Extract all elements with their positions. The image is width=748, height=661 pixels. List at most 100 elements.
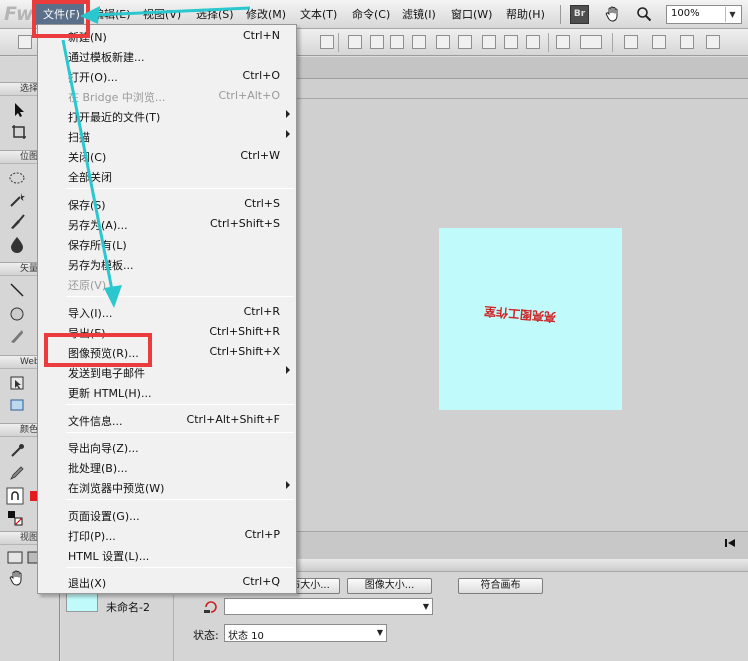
- menu-edit[interactable]: 编辑(E): [93, 6, 131, 22]
- menu-item-label: 还原(V): [68, 279, 107, 292]
- file-menu-dropdown: 新建(N) Ctrl+N 通过模板新建... 打开(O)... Ctrl+O 在 B…: [37, 24, 297, 594]
- menu-item-print[interactable]: 打印(P)... Ctrl+P: [38, 524, 296, 544]
- zoom-select[interactable]: 100% ▼: [666, 5, 742, 24]
- hand-icon[interactable]: [604, 5, 622, 23]
- menu-item-label: HTML 设置(L)...: [68, 550, 150, 563]
- menu-window[interactable]: 窗口(W): [451, 6, 492, 22]
- properties-divider: [173, 595, 174, 661]
- pencil-icon[interactable]: [8, 464, 26, 482]
- menu-item-browse-in-bridge[interactable]: 在 Bridge 中浏览... Ctrl+Alt+O: [38, 85, 296, 105]
- menu-separator: [66, 188, 294, 189]
- distribute-icon[interactable]: [652, 35, 666, 49]
- menu-view[interactable]: 视图(V): [143, 6, 181, 22]
- menu-item-batch-process[interactable]: 批处理(B)...: [38, 456, 296, 476]
- screen-mode-icon[interactable]: [6, 549, 24, 567]
- menu-item-label: 更新 HTML(H)...: [68, 387, 152, 400]
- group-icon[interactable]: [320, 35, 334, 49]
- menu-help[interactable]: 帮助(H): [506, 6, 545, 22]
- bridge-button[interactable]: Br: [570, 5, 589, 24]
- menu-item-label: 关闭(C): [68, 151, 107, 164]
- menu-item-html-setup[interactable]: HTML 设置(L)...: [38, 544, 296, 564]
- canvas-text[interactable]: 亮亮图工作室: [483, 303, 557, 326]
- align-icon[interactable]: [370, 35, 384, 49]
- menu-select[interactable]: 选择(S): [196, 6, 234, 22]
- menu-item-scan[interactable]: 扫描: [38, 125, 296, 145]
- menu-commands[interactable]: 命令(C): [352, 6, 390, 22]
- hotspot-icon[interactable]: [8, 374, 26, 392]
- menu-item-save-as[interactable]: 另存为(A)... Ctrl+Shift+S: [38, 213, 296, 233]
- state-value: 状态 10: [228, 631, 264, 642]
- image-size-button[interactable]: 图像大小...: [347, 578, 432, 594]
- union-icon[interactable]: [436, 35, 450, 49]
- menu-item-revert[interactable]: 还原(V): [38, 273, 296, 293]
- knife-icon[interactable]: [8, 327, 26, 345]
- join-icon[interactable]: [390, 35, 404, 49]
- document-thumbnail: [66, 592, 98, 612]
- marquee-icon[interactable]: [8, 169, 26, 187]
- pointer-icon[interactable]: [10, 101, 28, 119]
- menu-item-shortcut: Ctrl+Alt+Shift+F: [186, 413, 280, 426]
- document-canvas[interactable]: 亮亮图工作室: [439, 228, 622, 410]
- canvas-color-icon[interactable]: [203, 600, 219, 614]
- toolbar-divider: [548, 33, 549, 52]
- eyedropper-icon[interactable]: [8, 442, 26, 460]
- menu-item-label: 文件信息...: [68, 415, 123, 428]
- fit-canvas-button[interactable]: 符合画布: [458, 578, 543, 594]
- align-icon[interactable]: [348, 35, 362, 49]
- menu-item-export-wizard[interactable]: 导出向导(Z)...: [38, 436, 296, 456]
- punch-icon[interactable]: [482, 35, 496, 49]
- menu-item-label: 在浏览器中预览(W): [68, 482, 165, 495]
- blur-icon[interactable]: [8, 235, 26, 253]
- submenu-arrow-icon: [286, 366, 290, 374]
- menu-item-file-info[interactable]: 文件信息... Ctrl+Alt+Shift+F: [38, 409, 296, 429]
- flip-icon[interactable]: [680, 35, 694, 49]
- swap-colors-icon[interactable]: [6, 509, 24, 527]
- menu-filters[interactable]: 滤镜(I): [402, 6, 436, 22]
- align-menu-icon[interactable]: [580, 35, 602, 49]
- crop-icon[interactable]: [504, 35, 518, 49]
- stroke-color-icon[interactable]: [6, 487, 24, 505]
- menu-item-close-all[interactable]: 全部关闭: [38, 165, 296, 185]
- arrange-icon[interactable]: [526, 35, 540, 49]
- zoom-icon[interactable]: [636, 6, 652, 22]
- magic-wand-icon[interactable]: [8, 191, 26, 209]
- canvas-color-select[interactable]: ▼: [224, 598, 433, 615]
- menu-item-label: 导出向导(Z)...: [68, 442, 139, 455]
- state-label: 状态:: [193, 629, 219, 642]
- split-icon[interactable]: [412, 35, 426, 49]
- menu-item-shortcut: Ctrl+Shift+X: [209, 345, 280, 358]
- slice-icon[interactable]: [8, 396, 26, 414]
- menu-item-save-all[interactable]: 保存所有(L): [38, 233, 296, 253]
- ellipse-tool-icon[interactable]: [8, 305, 26, 323]
- menu-item-shortcut: Ctrl+N: [242, 29, 280, 42]
- distribute-icon[interactable]: [624, 35, 638, 49]
- intersect-icon[interactable]: [458, 35, 472, 49]
- menu-item-save[interactable]: 保存(S) Ctrl+S: [38, 193, 296, 213]
- new-file-icon[interactable]: [18, 35, 32, 49]
- menu-item-import[interactable]: 导入(I)... Ctrl+R: [38, 301, 296, 321]
- menu-text[interactable]: 文本(T): [300, 6, 337, 22]
- hand-tool-icon[interactable]: [8, 569, 26, 587]
- menu-item-exit[interactable]: 退出(X) Ctrl+Q: [38, 571, 296, 591]
- menu-item-open-recent[interactable]: 打开最近的文件(T): [38, 105, 296, 125]
- menu-item-save-as-template[interactable]: 另存为模板...: [38, 253, 296, 273]
- menu-modify[interactable]: 修改(M): [246, 6, 286, 22]
- flip-icon[interactable]: [706, 35, 720, 49]
- state-select[interactable]: 状态 10 ▼: [224, 624, 387, 642]
- brush-icon[interactable]: [8, 213, 26, 231]
- menu-item-close[interactable]: 关闭(C) Ctrl+W: [38, 145, 296, 165]
- menu-item-update-html[interactable]: 更新 HTML(H)...: [38, 381, 296, 401]
- menu-item-shortcut: Ctrl+R: [243, 305, 280, 318]
- line-tool-icon[interactable]: [8, 281, 26, 299]
- menu-item-shortcut: Ctrl+Shift+S: [210, 217, 280, 230]
- first-frame-icon[interactable]: [722, 536, 738, 550]
- menu-item-page-setup[interactable]: 页面设置(G)...: [38, 504, 296, 524]
- menu-item-preview-in-browser[interactable]: 在浏览器中预览(W): [38, 476, 296, 496]
- menu-item-shortcut: Ctrl+S: [244, 197, 280, 210]
- menu-item-open[interactable]: 打开(O)... Ctrl+O: [38, 65, 296, 85]
- menu-separator: [66, 404, 294, 405]
- menu-item-shortcut: Ctrl+W: [240, 149, 280, 162]
- menu-item-new-from-template[interactable]: 通过模板新建...: [38, 45, 296, 65]
- rotate-icon[interactable]: [556, 35, 570, 49]
- crop-tool-icon[interactable]: [10, 123, 28, 141]
